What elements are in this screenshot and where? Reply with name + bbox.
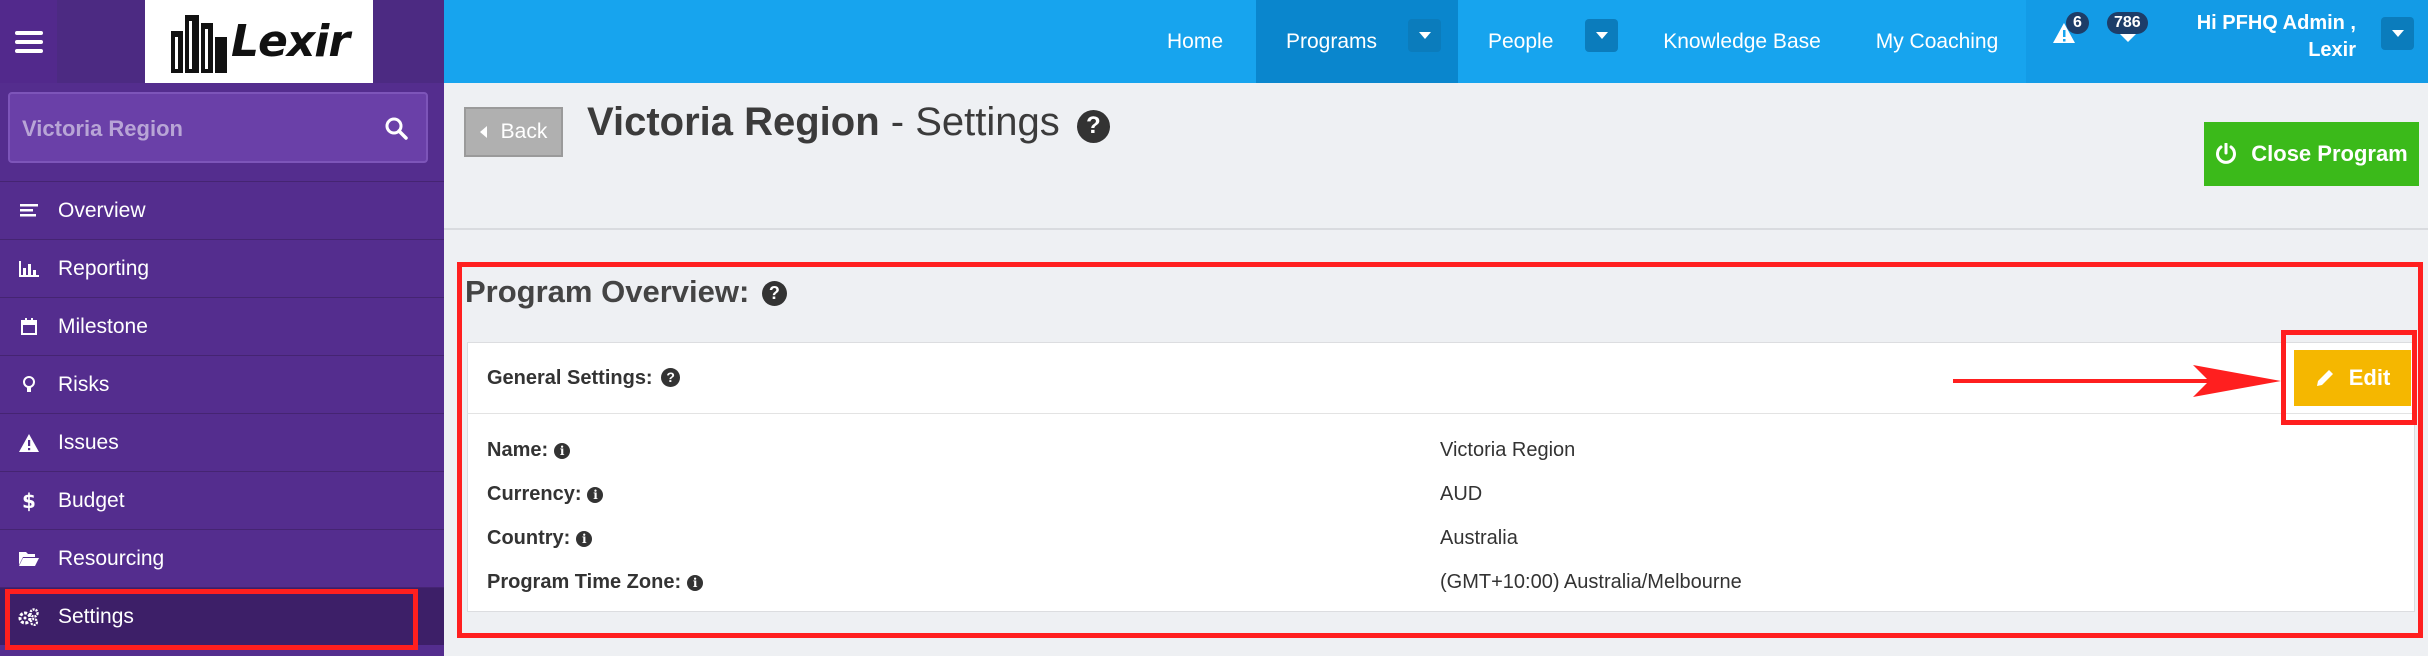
close-program-label: Close Program bbox=[2251, 141, 2408, 166]
currency-label-text: Currency: bbox=[487, 483, 582, 505]
timezone-value: (GMT+10:00) Australia/Melbourne bbox=[1440, 571, 1742, 593]
timezone-label: Program Time Zone: i bbox=[487, 571, 704, 594]
page-title-section: - Settings bbox=[879, 100, 1060, 144]
sidebar-item-milestone[interactable]: Milestone bbox=[0, 297, 444, 355]
notification-area: 6 786 Hi PFHQ Admin , Lexir bbox=[2026, 0, 2428, 83]
edit-button[interactable]: Edit bbox=[2294, 350, 2411, 406]
currency-value: AUD bbox=[1440, 483, 1483, 505]
back-button-label: Back bbox=[500, 120, 548, 143]
brand-name: Lexir bbox=[231, 16, 350, 67]
warning-icon bbox=[0, 433, 58, 452]
info-icon[interactable]: i bbox=[576, 531, 593, 547]
close-program-button[interactable]: Close Program bbox=[2204, 122, 2419, 186]
program-overview-title: Program Overview: ? bbox=[465, 274, 787, 310]
help-icon[interactable]: ? bbox=[1076, 109, 1110, 143]
sidebar-item-reporting[interactable]: Reporting bbox=[0, 239, 444, 297]
help-icon[interactable]: ? bbox=[661, 367, 681, 387]
alerts-button[interactable]: 6 bbox=[2052, 12, 2089, 49]
edit-button-label: Edit bbox=[2348, 365, 2391, 390]
sidebar-item-label: Budget bbox=[58, 488, 125, 512]
user-dropdown-button[interactable] bbox=[2381, 17, 2414, 50]
sidebar-item-label: Issues bbox=[58, 430, 119, 454]
bar-chart-icon bbox=[0, 260, 58, 277]
program-search-input[interactable]: Victoria Region bbox=[8, 92, 428, 163]
nav-programs-label: Programs bbox=[1286, 29, 1378, 53]
settings-highlight-annotation bbox=[5, 589, 418, 650]
nav-my-coaching-label: My Coaching bbox=[1875, 29, 1999, 53]
currency-label: Currency: i bbox=[487, 483, 604, 506]
sidebar-item-settings[interactable]: Settings bbox=[0, 587, 444, 650]
logo-strip: Lexir bbox=[57, 0, 444, 83]
nav-programs[interactable]: Programs bbox=[1256, 0, 1458, 83]
programs-dropdown-button[interactable] bbox=[1408, 19, 1441, 52]
calendar-icon bbox=[0, 318, 58, 335]
sidebar-item-overview[interactable]: Overview bbox=[0, 181, 444, 239]
timezone-label-text: Program Time Zone: bbox=[487, 571, 682, 593]
name-label-text: Name: bbox=[487, 439, 549, 461]
user-greeting: Hi PFHQ Admin , bbox=[2196, 12, 2356, 34]
sidebar-item-label: Milestone bbox=[58, 314, 148, 338]
sidebar-item-resourcing[interactable]: Resourcing bbox=[0, 529, 444, 587]
back-button[interactable]: Back bbox=[464, 107, 563, 157]
country-value: Australia bbox=[1440, 527, 1518, 549]
menu-toggle-button[interactable] bbox=[0, 0, 57, 83]
sidebar-item-issues[interactable]: Issues bbox=[0, 413, 444, 471]
divider bbox=[444, 228, 2428, 230]
sidebar: Victoria Region Overview Reporting Miles… bbox=[0, 83, 444, 656]
brand-logo[interactable]: Lexir bbox=[145, 0, 373, 83]
user-org: Lexir bbox=[2308, 39, 2356, 61]
notifications-button[interactable]: 786 bbox=[2107, 12, 2148, 49]
country-label-text: Country: bbox=[487, 527, 571, 549]
page-title: Victoria Region - Settings ? bbox=[587, 100, 1110, 145]
red-arrow-annotation bbox=[1953, 365, 2281, 397]
user-menu[interactable]: Hi PFHQ Admin , Lexir bbox=[2197, 10, 2356, 64]
name-label: Name: i bbox=[487, 439, 571, 462]
notifications-count-badge: 786 bbox=[2107, 12, 2148, 34]
people-dropdown-button[interactable] bbox=[1585, 19, 1618, 52]
program-overview-label: Program Overview: bbox=[465, 274, 750, 309]
nav-home[interactable]: Home bbox=[1150, 0, 1240, 83]
sidebar-item-label: Overview bbox=[58, 198, 146, 222]
nav-home-label: Home bbox=[1166, 29, 1224, 53]
nav-knowledge-base[interactable]: Knowledge Base bbox=[1654, 0, 1830, 83]
general-settings-title: General Settings: ? bbox=[487, 367, 681, 390]
caret-down-icon bbox=[2391, 30, 2404, 37]
hamburger-icon bbox=[14, 30, 43, 53]
help-icon[interactable]: ? bbox=[761, 281, 787, 306]
list-icon bbox=[0, 203, 58, 219]
info-icon[interactable]: i bbox=[587, 487, 604, 503]
alerts-count-badge: 6 bbox=[2066, 12, 2089, 34]
top-navbar: Lexir Home Programs People Knowledge Bas… bbox=[0, 0, 2428, 83]
sidebar-menu: Overview Reporting Milestone Risks Issue… bbox=[0, 181, 444, 650]
info-icon[interactable]: i bbox=[554, 443, 571, 459]
buildings-icon bbox=[171, 14, 227, 73]
sidebar-item-label: Reporting bbox=[58, 256, 150, 280]
caret-down-icon bbox=[1595, 32, 1608, 39]
power-icon bbox=[2216, 143, 2237, 164]
nav-people-label: People bbox=[1488, 29, 1554, 53]
country-label: Country: i bbox=[487, 527, 593, 550]
sidebar-item-label: Resourcing bbox=[58, 546, 165, 570]
caret-left-icon bbox=[479, 126, 487, 138]
info-icon[interactable]: i bbox=[687, 575, 704, 591]
sidebar-item-risks[interactable]: Risks bbox=[0, 355, 444, 413]
dollar-icon: $ bbox=[22, 488, 36, 513]
sidebar-item-budget[interactable]: $ Budget bbox=[0, 471, 444, 529]
pencil-icon bbox=[2316, 370, 2333, 386]
lightbulb-icon bbox=[0, 375, 58, 394]
folder-open-icon bbox=[0, 551, 58, 566]
page-title-program: Victoria Region bbox=[587, 100, 880, 144]
nav-my-coaching[interactable]: My Coaching bbox=[1866, 0, 2008, 83]
name-value: Victoria Region bbox=[1440, 439, 1576, 461]
program-search-value: Victoria Region bbox=[22, 116, 183, 141]
nav-people[interactable]: People bbox=[1470, 0, 1630, 83]
general-settings-label: General Settings: bbox=[487, 367, 653, 389]
caret-down-icon bbox=[1418, 32, 1431, 39]
sidebar-item-label: Risks bbox=[58, 372, 110, 396]
search-icon[interactable] bbox=[384, 116, 408, 140]
nav-knowledge-base-label: Knowledge Base bbox=[1663, 29, 1821, 53]
